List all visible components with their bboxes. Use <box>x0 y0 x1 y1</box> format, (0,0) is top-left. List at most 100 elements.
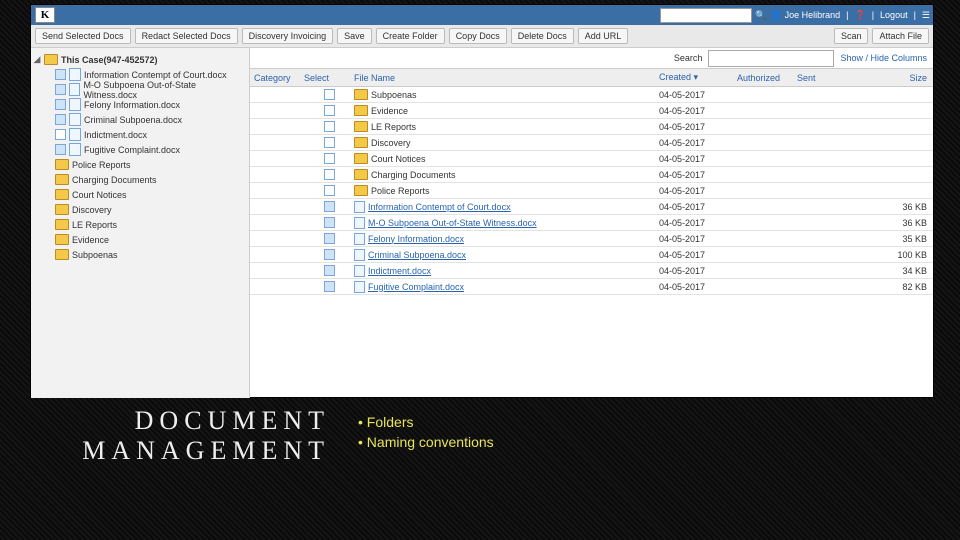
file-link[interactable]: Criminal Subpoena.docx <box>368 250 466 260</box>
copy-docs-button[interactable]: Copy Docs <box>449 28 507 44</box>
table-row[interactable]: Indictment.docx04-05-201734 KB <box>250 263 933 279</box>
tree-checkbox[interactable] <box>55 99 66 110</box>
tree-checkbox[interactable] <box>55 69 66 80</box>
row-checkbox[interactable] <box>324 201 335 212</box>
document-icon <box>354 233 365 245</box>
row-checkbox[interactable] <box>324 153 335 164</box>
tree-folder-item[interactable]: LE Reports <box>33 217 247 232</box>
tree-item-label: Discovery <box>72 205 112 215</box>
table-row[interactable]: Fugitive Complaint.docx04-05-201782 KB <box>250 279 933 295</box>
tree-checkbox[interactable] <box>55 84 66 95</box>
menu-icon[interactable]: ☰ <box>922 10 930 21</box>
file-link[interactable]: M-O Subpoena Out-of-State Witness.docx <box>368 218 537 228</box>
tree-item-label: M-O Subpoena Out-of-State Witness.docx <box>83 80 247 100</box>
folder-name: Court Notices <box>371 154 426 164</box>
row-checkbox[interactable] <box>324 217 335 228</box>
table-row[interactable]: LE Reports04-05-2017 <box>250 119 933 135</box>
tree-doc-item[interactable]: Fugitive Complaint.docx <box>33 142 247 157</box>
document-icon <box>69 143 81 156</box>
row-checkbox[interactable] <box>324 185 335 196</box>
row-checkbox[interactable] <box>324 137 335 148</box>
add-url-button[interactable]: Add URL <box>578 28 629 44</box>
col-authorized[interactable]: Authorized <box>737 73 797 83</box>
column-headers: Category Select File Name Created ▾ Auth… <box>250 68 933 87</box>
document-icon <box>69 98 81 111</box>
col-created[interactable]: Created ▾ <box>659 72 737 83</box>
slide-caption: DOCUMENTMANAGEMENT Folders Naming conven… <box>0 400 960 472</box>
tree-item-label: Police Reports <box>72 160 131 170</box>
col-filename[interactable]: File Name <box>354 73 659 83</box>
user-link[interactable]: 👤 Joe Helibrand <box>771 10 840 21</box>
file-link[interactable]: Indictment.docx <box>368 266 431 276</box>
folder-icon <box>55 219 69 230</box>
document-icon <box>354 265 365 277</box>
discovery-invoicing-button[interactable]: Discovery Invoicing <box>242 28 334 44</box>
help-icon[interactable]: ❓ <box>854 10 865 21</box>
file-link[interactable]: Felony Information.docx <box>368 234 464 244</box>
table-row[interactable]: Court Notices04-05-2017 <box>250 151 933 167</box>
tree-checkbox[interactable] <box>55 144 66 155</box>
row-checkbox[interactable] <box>324 233 335 244</box>
col-size[interactable]: Size <box>867 73 933 83</box>
table-row[interactable]: Information Contempt of Court.docx04-05-… <box>250 199 933 215</box>
document-icon <box>354 201 365 213</box>
tree-doc-item[interactable]: Criminal Subpoena.docx <box>33 112 247 127</box>
send-button[interactable]: Send Selected Docs <box>35 28 131 44</box>
table-row[interactable]: Subpoenas04-05-2017 <box>250 87 933 103</box>
document-icon <box>354 281 365 293</box>
tree-folder-item[interactable]: Charging Documents <box>33 172 247 187</box>
table-row[interactable]: Criminal Subpoena.docx04-05-2017100 KB <box>250 247 933 263</box>
tree-folder-item[interactable]: Police Reports <box>33 157 247 172</box>
cell-created: 04-05-2017 <box>659 138 737 148</box>
tree-folder-item[interactable]: Discovery <box>33 202 247 217</box>
delete-docs-button[interactable]: Delete Docs <box>511 28 574 44</box>
row-checkbox[interactable] <box>324 249 335 260</box>
cell-created: 04-05-2017 <box>659 234 737 244</box>
tree-checkbox[interactable] <box>55 114 66 125</box>
folder-icon <box>354 153 368 164</box>
row-checkbox[interactable] <box>324 169 335 180</box>
table-row[interactable]: Evidence04-05-2017 <box>250 103 933 119</box>
cell-size: 100 KB <box>867 250 933 260</box>
row-checkbox[interactable] <box>324 89 335 100</box>
file-link[interactable]: Information Contempt of Court.docx <box>368 202 511 212</box>
tree-collapse-icon[interactable]: ◢ <box>33 54 41 65</box>
tree-folder-item[interactable]: Subpoenas <box>33 247 247 262</box>
tree-checkbox[interactable] <box>55 129 66 140</box>
col-sent[interactable]: Sent <box>797 73 867 83</box>
folder-icon <box>354 89 368 100</box>
document-icon <box>69 83 81 96</box>
cell-size: 36 KB <box>867 218 933 228</box>
folder-icon <box>44 54 58 65</box>
tree-root-label[interactable]: This Case(947-452572) <box>61 55 158 65</box>
row-checkbox[interactable] <box>324 265 335 276</box>
tree-item-label: Criminal Subpoena.docx <box>84 115 182 125</box>
col-category[interactable]: Category <box>250 73 304 83</box>
row-checkbox[interactable] <box>324 121 335 132</box>
tree-folder-item[interactable]: Evidence <box>33 232 247 247</box>
table-row[interactable]: Discovery04-05-2017 <box>250 135 933 151</box>
tree-doc-item[interactable]: M-O Subpoena Out-of-State Witness.docx <box>33 82 247 97</box>
row-checkbox[interactable] <box>324 281 335 292</box>
col-select[interactable]: Select <box>304 73 354 83</box>
table-row[interactable]: M-O Subpoena Out-of-State Witness.docx04… <box>250 215 933 231</box>
save-button[interactable]: Save <box>337 28 372 44</box>
redact-button[interactable]: Redact Selected Docs <box>135 28 238 44</box>
search-icon[interactable]: 🔍 <box>754 8 768 22</box>
table-row[interactable]: Felony Information.docx04-05-201735 KB <box>250 231 933 247</box>
scan-button[interactable]: Scan <box>834 28 869 44</box>
global-search-input[interactable] <box>660 8 752 23</box>
cell-created: 04-05-2017 <box>659 122 737 132</box>
table-row[interactable]: Charging Documents04-05-2017 <box>250 167 933 183</box>
logout-link[interactable]: Logout <box>880 10 908 20</box>
attach-file-button[interactable]: Attach File <box>872 28 929 44</box>
table-row[interactable]: Police Reports04-05-2017 <box>250 183 933 199</box>
create-folder-button[interactable]: Create Folder <box>376 28 445 44</box>
tree-folder-item[interactable]: Court Notices <box>33 187 247 202</box>
tree-doc-item[interactable]: Indictment.docx <box>33 127 247 142</box>
show-hide-columns-link[interactable]: Show / Hide Columns <box>840 53 927 63</box>
grid-search-input[interactable] <box>708 50 834 67</box>
main-panel: Search Show / Hide Columns Category Sele… <box>250 48 933 398</box>
file-link[interactable]: Fugitive Complaint.docx <box>368 282 464 292</box>
row-checkbox[interactable] <box>324 105 335 116</box>
